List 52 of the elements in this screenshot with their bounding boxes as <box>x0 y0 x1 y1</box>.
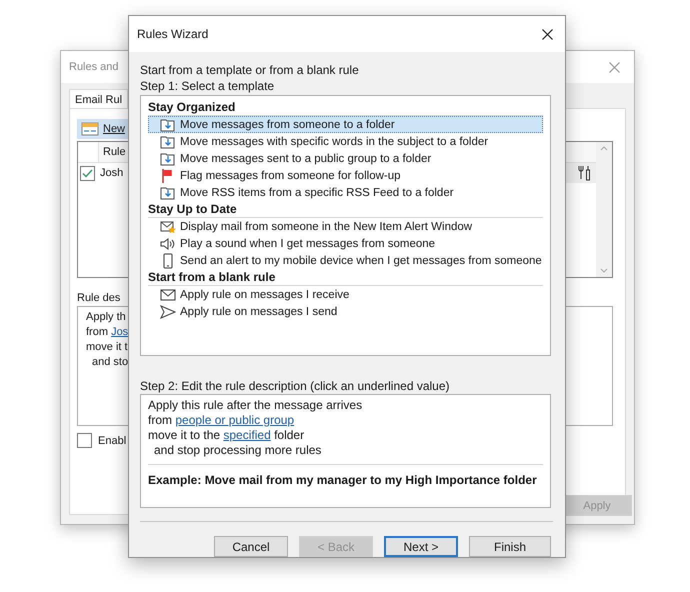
template-item[interactable]: Move messages sent to a public group to a folder <box>148 150 543 167</box>
description-line: and sto <box>91 355 128 370</box>
value-link[interactable]: people or public group <box>175 413 294 427</box>
folder-arrow-icon <box>160 134 176 150</box>
group-heading: Stay Up to Date <box>148 202 237 216</box>
template-item[interactable]: Move messages with specific words in the subject to a folder <box>148 133 543 150</box>
description-line: move it to the specified folder <box>148 428 304 443</box>
description-line: Apply th <box>86 310 126 325</box>
dialog-button[interactable]: Finish <box>469 536 551 557</box>
dialog-title: Rules Wizard <box>137 27 208 41</box>
new-rule-button[interactable]: New <box>77 119 130 139</box>
close-icon[interactable] <box>542 28 553 40</box>
scrollbar[interactable] <box>596 142 612 277</box>
value-link[interactable]: specified <box>223 428 271 442</box>
email-rules-tab[interactable]: Email Rul <box>69 89 128 109</box>
envelope-star-icon <box>160 218 176 234</box>
envelope-icon <box>160 286 176 302</box>
description-label: Rule des <box>77 292 120 304</box>
description-line: move it t <box>86 340 128 355</box>
window-title: Rules and <box>69 61 119 73</box>
intro-text: Start from a template or from a blank rule <box>140 62 359 78</box>
template-item[interactable]: Play a sound when I get messages from someone <box>148 235 543 252</box>
folder-arrow-icon <box>160 116 176 132</box>
template-item[interactable]: Apply rule on messages I receive <box>148 286 543 303</box>
chevron-down-icon[interactable] <box>600 268 608 273</box>
group-heading: Start from a blank rule <box>148 270 276 284</box>
dialog-button[interactable]: Cancel <box>214 536 288 557</box>
speaker-icon <box>160 236 176 252</box>
template-item[interactable]: Apply rule on messages I send <box>148 303 543 320</box>
step-label: Step 2: Edit the rule description (click an underlined value) <box>140 378 450 394</box>
example-text: Example: Move mail from my manager to my High Importance folder <box>148 473 538 487</box>
description-line: Apply this rule after the message arrives <box>148 398 362 413</box>
folder-arrow-icon <box>160 184 176 200</box>
dialog-button[interactable]: Next > <box>384 536 458 557</box>
template-item[interactable]: Send an alert to my mobile device when I get messages from someone <box>148 252 543 269</box>
tools-icon <box>578 165 592 181</box>
folder-arrow-icon <box>160 150 176 166</box>
description-line: from Jos <box>86 325 128 340</box>
description-line: from people or public group <box>148 413 294 428</box>
rule-checkbox[interactable] <box>80 166 95 180</box>
enable-checkbox[interactable] <box>77 433 92 448</box>
step-label: Step 1: Select a template <box>140 78 274 94</box>
send-icon <box>160 304 176 320</box>
template-item[interactable]: Display mail from someone in the New Item Alert Window <box>148 218 543 235</box>
description-line: and stop processing more rules <box>153 443 322 458</box>
template-item[interactable]: Move RSS items from a specific RSS Feed to a folder <box>148 184 543 201</box>
group-heading: Stay Organized <box>148 100 236 114</box>
template-item[interactable]: Move messages from someone to a folder <box>148 116 543 133</box>
chevron-up-icon[interactable] <box>600 146 608 151</box>
template-item[interactable]: Flag messages from someone for follow-up <box>148 167 543 184</box>
value-link[interactable]: Jos <box>111 326 128 338</box>
enable-label: Enabl <box>98 434 126 446</box>
